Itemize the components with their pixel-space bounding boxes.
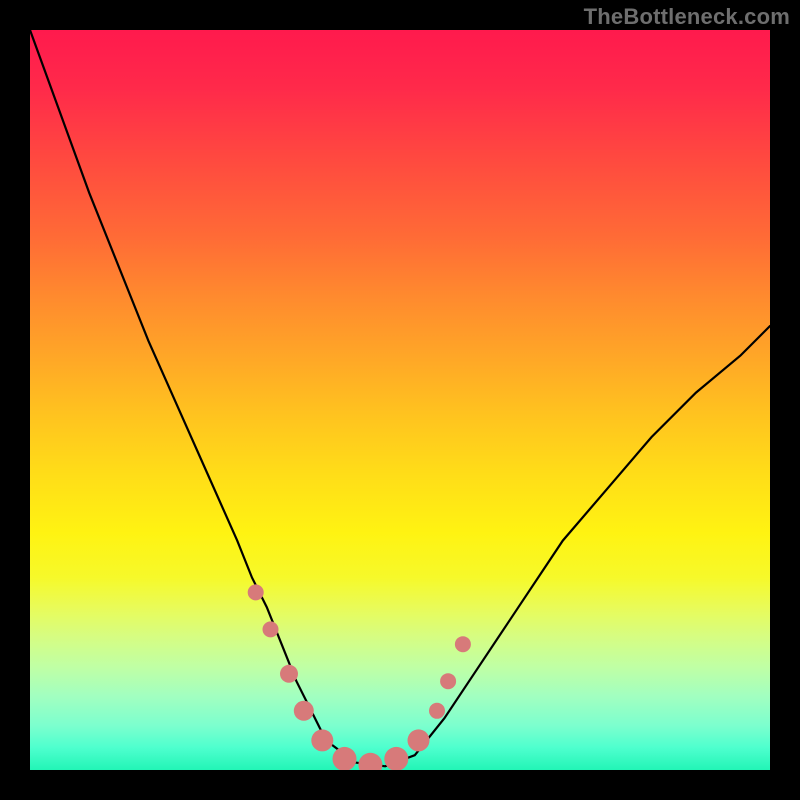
marker-dot <box>440 673 456 689</box>
curve-line <box>30 30 770 766</box>
marker-dot <box>248 584 264 600</box>
marker-dot <box>311 729 333 751</box>
plot-area <box>30 30 770 770</box>
watermark-text: TheBottleneck.com <box>584 4 790 30</box>
marker-dot <box>429 703 445 719</box>
marker-dot <box>455 636 471 652</box>
marker-dot <box>408 729 430 751</box>
marker-dot <box>263 621 279 637</box>
marker-dot <box>358 753 382 770</box>
curve-markers <box>248 584 471 770</box>
marker-dot <box>294 701 314 721</box>
marker-dot <box>333 747 357 770</box>
chart-frame: TheBottleneck.com <box>0 0 800 800</box>
marker-dot <box>384 747 408 770</box>
chart-svg <box>30 30 770 770</box>
marker-dot <box>280 665 298 683</box>
